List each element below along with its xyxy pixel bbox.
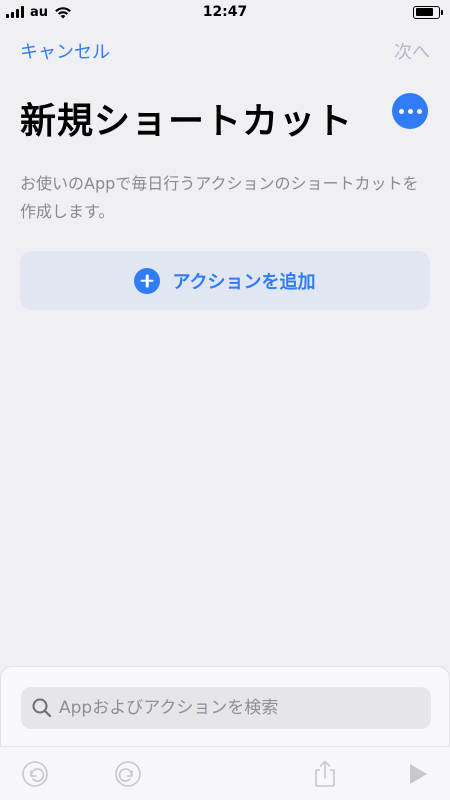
battery-icon bbox=[413, 5, 443, 19]
ellipsis-icon bbox=[398, 108, 404, 114]
cancel-button[interactable]: キャンセル bbox=[20, 38, 110, 64]
run-button[interactable] bbox=[403, 759, 433, 789]
more-options-button[interactable] bbox=[392, 93, 428, 129]
next-button[interactable]: 次へ bbox=[394, 38, 430, 64]
search-bar[interactable] bbox=[21, 687, 431, 729]
battery-level bbox=[415, 8, 434, 16]
cellular-signal-icon bbox=[6, 6, 24, 18]
share-button[interactable] bbox=[310, 759, 340, 789]
share-icon bbox=[315, 760, 335, 787]
action-search-sheet bbox=[0, 666, 450, 746]
page-title: 新規ショートカット bbox=[20, 101, 354, 142]
add-action-button[interactable]: アクションを追加 bbox=[20, 251, 430, 310]
shortcut-editor-screen: au 12:47 キャンセル 次へ 新規ショートカット お使いのAppで毎日行う… bbox=[0, 0, 450, 800]
status-bar: au 12:47 bbox=[0, 0, 450, 24]
add-action-label: アクションを追加 bbox=[172, 271, 316, 293]
undo-button[interactable] bbox=[20, 759, 50, 789]
redo-icon bbox=[115, 761, 141, 787]
plus-circle-icon bbox=[134, 267, 161, 294]
undo-icon bbox=[22, 761, 48, 787]
carrier-label: au bbox=[30, 4, 49, 20]
redo-button[interactable] bbox=[113, 759, 143, 789]
search-input[interactable] bbox=[59, 698, 419, 718]
page-description: お使いのAppで毎日行うアクションのショートカットを作成します。 bbox=[20, 174, 419, 221]
play-icon bbox=[410, 764, 427, 784]
wifi-icon bbox=[55, 6, 71, 18]
status-left: au bbox=[6, 5, 72, 20]
bottom-toolbar bbox=[0, 746, 450, 800]
search-icon bbox=[32, 698, 52, 718]
